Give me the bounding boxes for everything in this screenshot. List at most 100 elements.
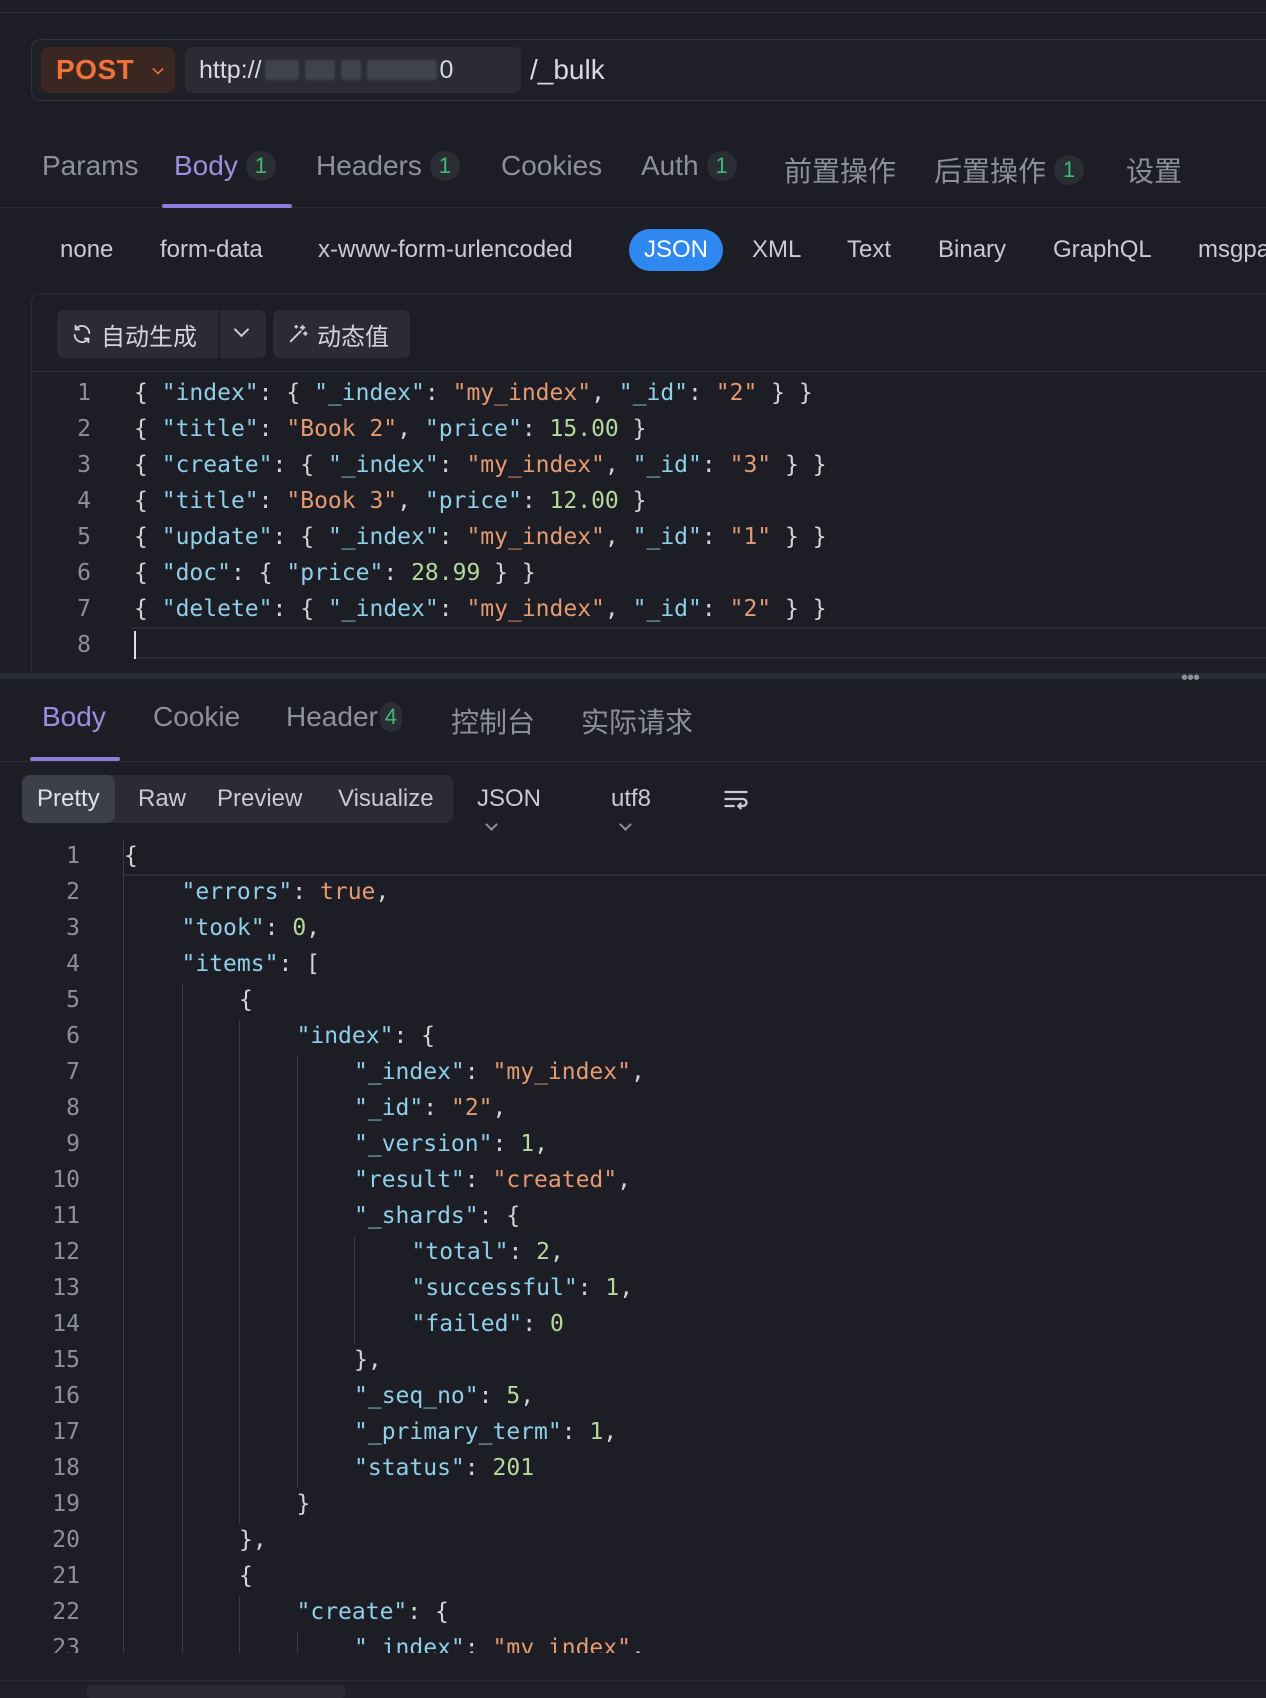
code-line: 18 "status": 201: [0, 1450, 1266, 1486]
code-line: 20},: [0, 1522, 1266, 1558]
body-type-none[interactable]: none: [60, 236, 113, 264]
res-tab-body[interactable]: Body: [42, 701, 106, 733]
auto-generate-button[interactable]: 自动生成: [57, 310, 218, 358]
tab-pre-request[interactable]: 前置操作: [784, 150, 896, 190]
tab-badge: 1: [706, 151, 737, 181]
dynamic-value-label: 动态值: [317, 323, 389, 351]
line-text: },: [239, 1527, 267, 1553]
tab-label: Header: [286, 701, 378, 732]
tab-cookies[interactable]: Cookies: [501, 150, 602, 182]
res-tab-cookie[interactable]: Cookie: [153, 701, 240, 733]
chevron-down-icon: [485, 818, 498, 831]
encoding-select[interactable]: utf8: [611, 785, 651, 841]
line-number: 10: [52, 1167, 80, 1193]
dynamic-value-button[interactable]: 动态值: [273, 310, 410, 358]
line-text: }: [296, 1491, 311, 1517]
tab-label: 控制台: [451, 707, 536, 738]
res-tab-header[interactable]: Header 4: [286, 701, 402, 733]
tab-label: Headers: [316, 150, 422, 181]
indent-guide: [296, 1056, 298, 1488]
body-type-xml[interactable]: XML: [752, 236, 801, 264]
line-text: "_index": "my_index",: [354, 1059, 645, 1085]
top-divider: [0, 12, 1266, 13]
code-line: 15},: [0, 1342, 1266, 1378]
tab-badge: 4: [379, 702, 402, 732]
view-visualize[interactable]: Visualize: [338, 785, 434, 813]
line-text: { "index": { "_index": "my_index", "_id"…: [134, 380, 813, 406]
tab-settings[interactable]: 设置: [1126, 150, 1182, 190]
line-number: 11: [52, 1203, 80, 1229]
line-text: {: [124, 843, 138, 869]
format-select[interactable]: JSON: [477, 785, 541, 841]
view-raw[interactable]: Raw: [138, 785, 186, 813]
line-number: 19: [52, 1491, 80, 1517]
res-tab-actual-request[interactable]: 实际请求: [581, 701, 693, 741]
url-path-input[interactable]: /_bulk: [530, 54, 605, 86]
code-line: 13 "successful": 1,: [0, 1270, 1266, 1306]
divider: [32, 371, 1266, 372]
view-pretty[interactable]: Pretty: [22, 775, 115, 823]
scrollbar[interactable]: [86, 1685, 346, 1698]
body-type-text[interactable]: Text: [847, 236, 891, 264]
response-body-viewer[interactable]: 1{2 "errors": true, 3 "took": 0, 4 "items": […: [0, 840, 1266, 1653]
body-type-binary[interactable]: Binary: [938, 236, 1006, 264]
body-type-form-data[interactable]: form-data: [160, 236, 263, 264]
line-text: {: [239, 987, 253, 1013]
line-text: "items": [: [181, 951, 321, 977]
code-line: 6 "index": {: [0, 1018, 1266, 1054]
tab-label: Cookies: [501, 150, 603, 181]
line-text: "failed": 0: [411, 1311, 564, 1337]
line-text: {: [239, 1563, 253, 1589]
code-line: 11 "_shards": {: [0, 1198, 1266, 1234]
tab-params[interactable]: Params: [42, 150, 138, 182]
line-text: },: [354, 1347, 382, 1373]
code-line: 21 {: [0, 1558, 1266, 1594]
active-tab-indicator: [30, 757, 120, 761]
line-number: 5: [66, 987, 80, 1013]
line-text: "errors": true,: [181, 879, 390, 905]
method-label: POST: [56, 54, 135, 85]
tab-body[interactable]: Body 1: [174, 150, 276, 182]
line-number: 4: [77, 488, 91, 514]
format-label: JSON: [477, 785, 542, 812]
tab-headers[interactable]: Headers 1: [316, 150, 460, 182]
line-number: 18: [52, 1455, 80, 1481]
line-number: 7: [77, 596, 91, 622]
body-type-graphql[interactable]: GraphQL: [1053, 236, 1152, 264]
redacted-block: [264, 60, 299, 80]
body-type-urlencoded[interactable]: x-www-form-urlencoded: [318, 236, 573, 264]
code-line: 2 "errors": true,: [0, 874, 1266, 910]
line-text: { "delete": { "_index": "my_index", "_id…: [134, 596, 827, 622]
method-select[interactable]: POST: [41, 47, 175, 93]
bottom-bar: [0, 1680, 1266, 1698]
code-line: 8 "_id": "2",: [0, 1090, 1266, 1126]
tab-badge: 1: [245, 151, 276, 181]
line-number: 17: [52, 1419, 80, 1445]
res-tab-console[interactable]: 控制台: [451, 701, 535, 741]
line-number: 1: [66, 843, 80, 869]
chevron-down-icon: [619, 818, 632, 831]
tab-auth[interactable]: Auth 1: [641, 150, 737, 182]
line-text: "_index": "my_index",: [354, 1635, 645, 1653]
word-wrap-icon[interactable]: [722, 785, 750, 818]
line-number: 13: [52, 1275, 80, 1301]
magic-wand-icon: [289, 324, 308, 343]
request-tabs: Params Body 1 Headers 1 Cookies Auth 1 前置操作…: [0, 128, 1266, 208]
url-bar: POST http:// 0 /_bulk: [31, 39, 1266, 101]
line-number: 21: [52, 1563, 80, 1589]
line-number: 8: [77, 632, 91, 658]
url-host-field[interactable]: http:// 0: [185, 47, 521, 93]
body-type-msgpack[interactable]: msgpack: [1198, 236, 1266, 264]
view-mode-selector: Pretty Raw Preview Visualize: [22, 775, 453, 823]
auto-generate-dropdown[interactable]: [220, 310, 266, 358]
line-text: "_id": "2",: [354, 1095, 507, 1121]
url-prefix: http://: [199, 55, 262, 84]
code-line: 7 "_index": "my_index",: [0, 1054, 1266, 1090]
body-type-json[interactable]: JSON: [629, 229, 724, 271]
code-line: 5{: [0, 982, 1266, 1018]
tab-post-request[interactable]: 后置操作 1: [934, 150, 1085, 190]
view-preview[interactable]: Preview: [217, 785, 302, 813]
body-type-selector: none form-data x-www-form-urlencoded JSO…: [0, 228, 1266, 274]
code-line: 1{: [0, 840, 1266, 874]
line-text: "index": {: [296, 1023, 436, 1049]
